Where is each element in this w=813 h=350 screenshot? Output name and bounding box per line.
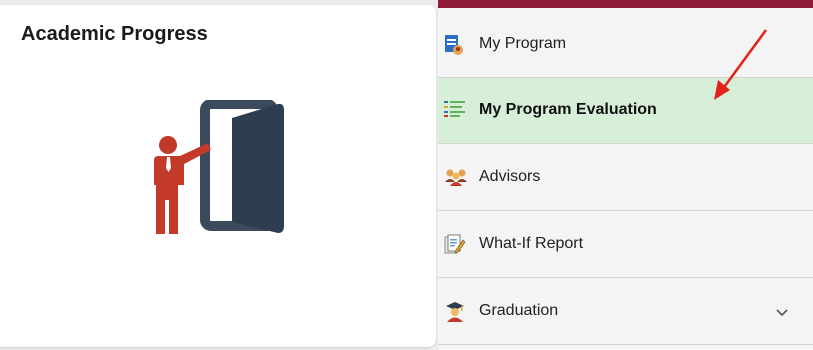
report-edit-icon bbox=[444, 234, 466, 254]
nav-label: Graduation bbox=[479, 302, 559, 319]
nav-label: What-If Report bbox=[479, 235, 584, 252]
nav-label: Advisors bbox=[479, 168, 541, 185]
graduation-cap-icon bbox=[444, 301, 464, 322]
accent-bar bbox=[438, 0, 813, 8]
nav-label: My Program bbox=[479, 35, 567, 52]
academic-progress-tile[interactable]: Academic Progress bbox=[0, 5, 436, 347]
nav-item-graduation[interactable]: Graduation bbox=[438, 279, 813, 345]
nav-item-what-if-report[interactable]: What-If Report bbox=[438, 212, 813, 278]
people-group-icon bbox=[444, 167, 467, 187]
chevron-down-icon[interactable] bbox=[775, 305, 789, 319]
program-document-icon bbox=[444, 34, 464, 55]
annotation-arrow bbox=[700, 28, 780, 113]
checklist-icon bbox=[444, 100, 465, 120]
tile-title: Academic Progress bbox=[21, 23, 208, 45]
nav-item-advisors[interactable]: Advisors bbox=[438, 145, 813, 211]
teacher-door-icon bbox=[150, 99, 290, 240]
nav-label: My Program Evaluation bbox=[479, 101, 657, 118]
